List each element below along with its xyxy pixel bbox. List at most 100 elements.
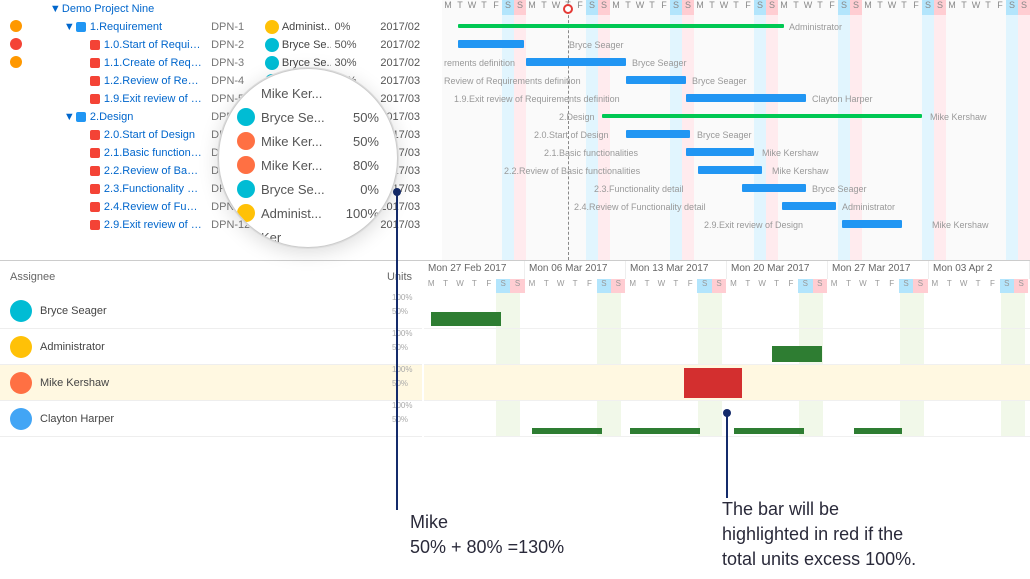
task-date: 2017/03: [376, 219, 436, 231]
utilization-bar[interactable]: [772, 346, 822, 362]
week-header-cell: Mon 20 Mar 2017: [727, 261, 828, 279]
gantt-assignee-label: Clayton Harper: [812, 94, 873, 104]
week-header-cell: Mon 06 Mar 2017: [525, 261, 626, 279]
pointer-line: [396, 192, 398, 510]
assignee-row[interactable]: Clayton Harper: [0, 401, 422, 437]
gantt-task-bar[interactable]: [742, 184, 806, 192]
gantt-task-bar[interactable]: [526, 58, 626, 66]
task-percent: 0%: [331, 21, 377, 33]
task-name[interactable]: 2.0.Start of Design: [104, 129, 195, 141]
day-header-cell: W: [466, 0, 478, 15]
gantt-task-label: Bryce Seager: [569, 40, 624, 50]
assignee-row[interactable]: Mike Kershaw: [0, 365, 422, 401]
gantt-task-bar[interactable]: [458, 40, 524, 48]
week-header-cell: Mon 27 Mar 2017: [828, 261, 929, 279]
expand-toggle[interactable]: ▼: [64, 21, 76, 33]
assignee-row[interactable]: Bryce Seager: [0, 293, 422, 329]
task-row[interactable]: ▼1.Requirement DPN-1 Administ... 0% 2017…: [0, 18, 440, 36]
warning-icon: [10, 56, 22, 68]
gantt-assignee-label: Bryce Seager: [697, 130, 752, 140]
magnifier-row: Mike Ker...50%: [219, 129, 397, 153]
avatar: [10, 408, 32, 430]
gantt-task-bar[interactable]: [686, 94, 806, 102]
avatar: [10, 336, 32, 358]
task-percent: 50%: [331, 39, 377, 51]
utilization-bar[interactable]: [431, 312, 501, 326]
utilization-bar[interactable]: [532, 428, 602, 434]
day-header-cell: M: [946, 0, 958, 15]
expand-toggle[interactable]: ▼: [50, 3, 62, 15]
assignee-name: Administrator: [40, 341, 105, 353]
task-name[interactable]: 1.1.Create of Requirem...: [104, 57, 207, 69]
callout-text: The bar will be highlighted in red if th…: [722, 497, 916, 573]
task-assignee: Bryce Se...: [282, 39, 331, 51]
day-header-cell: M: [610, 0, 622, 15]
gantt-chart: MTWTFSSMTWTFSSMTWTFSSMTWTFSSMTWTFSSMTWTF…: [440, 0, 1030, 260]
gantt-task-bar[interactable]: [626, 130, 690, 138]
day-header-cell: S: [922, 0, 934, 15]
avatar: [265, 20, 279, 34]
day-header-cell: T: [646, 0, 658, 15]
task-name[interactable]: 2.9.Exit review of Design: [104, 219, 207, 231]
gantt-task-bar[interactable]: [842, 220, 902, 228]
utilization-bar[interactable]: [734, 428, 804, 434]
day-header-cell: M: [442, 0, 454, 15]
utilization-row: 100%50%: [424, 293, 1030, 329]
avatar: [10, 372, 32, 394]
task-name[interactable]: 1.9.Exit review of Requi...: [104, 93, 207, 105]
task-type-icon: [90, 166, 100, 176]
warning-icon: [10, 20, 22, 32]
warning-icon: [10, 38, 22, 50]
assignee-row[interactable]: Administrator: [0, 329, 422, 365]
task-name[interactable]: 2.1.Basic functionalities: [104, 147, 207, 159]
avatar: [265, 38, 279, 52]
task-date: 2017/02: [376, 39, 436, 51]
avatar: [237, 180, 255, 198]
task-name[interactable]: 1.2.Review of Requirem...: [104, 75, 207, 87]
task-date: 2017/02: [376, 21, 436, 33]
task-row[interactable]: 1.2.Review of Requirem... DPN-4 Bryce Se…: [0, 72, 440, 90]
day-header-cell: T: [898, 0, 910, 15]
gantt-task-label: 2.Design: [559, 112, 595, 122]
gantt-task-bar[interactable]: [626, 76, 686, 84]
gantt-summary-bar[interactable]: [458, 24, 784, 28]
gantt-task-bar[interactable]: [686, 148, 754, 156]
gantt-assignee-label: Mike Kershaw: [762, 148, 819, 158]
task-name[interactable]: 1.Requirement: [90, 21, 162, 33]
task-name[interactable]: 2.3.Functionality detail: [104, 183, 207, 195]
day-header-cell: F: [994, 0, 1006, 15]
task-type-icon: [76, 22, 86, 32]
gantt-task-bar[interactable]: [698, 166, 762, 174]
day-header-cell: W: [802, 0, 814, 15]
expand-toggle[interactable]: ▼: [64, 111, 76, 123]
task-row[interactable]: ▼Demo Project Nine: [0, 0, 440, 18]
gantt-assignee-label: Bryce Seager: [692, 76, 747, 86]
magnifier-name: Mike Ker...: [261, 134, 339, 149]
task-type-icon: [90, 220, 100, 230]
gantt-task-bar[interactable]: [782, 202, 836, 210]
utilization-bar[interactable]: [684, 368, 742, 398]
day-header-cell: S: [754, 0, 766, 15]
task-type-icon: [90, 58, 100, 68]
task-name[interactable]: 2.Design: [90, 111, 133, 123]
task-id: DPN-2: [207, 39, 261, 51]
day-header-cell: T: [478, 0, 490, 15]
day-header-cell: S: [838, 0, 850, 15]
gantt-assignee-label: Mike Kershaw: [772, 166, 829, 176]
day-header-cell: S: [766, 0, 778, 15]
task-name[interactable]: Demo Project Nine: [62, 3, 154, 15]
avatar: [237, 132, 255, 150]
magnifier-row: Bryce Se...50%: [219, 105, 397, 129]
task-name[interactable]: 2.4.Review of Function...: [104, 201, 207, 213]
utilization-bar[interactable]: [854, 428, 902, 434]
task-name[interactable]: 2.2.Review of Basic fun...: [104, 165, 207, 177]
day-header-cell: F: [490, 0, 502, 15]
gantt-task-label: 2.0.Start of Design: [534, 130, 609, 140]
gantt-summary-bar[interactable]: [602, 114, 922, 118]
task-row[interactable]: 1.0.Start of Requireme... DPN-2 Bryce Se…: [0, 36, 440, 54]
day-header-cell: T: [538, 0, 550, 15]
task-name[interactable]: 1.0.Start of Requireme...: [104, 39, 207, 51]
week-header-cell: Mon 03 Apr 2: [929, 261, 1030, 279]
utilization-bar[interactable]: [630, 428, 700, 434]
task-row[interactable]: 1.1.Create of Requirem... DPN-3 Bryce Se…: [0, 54, 440, 72]
